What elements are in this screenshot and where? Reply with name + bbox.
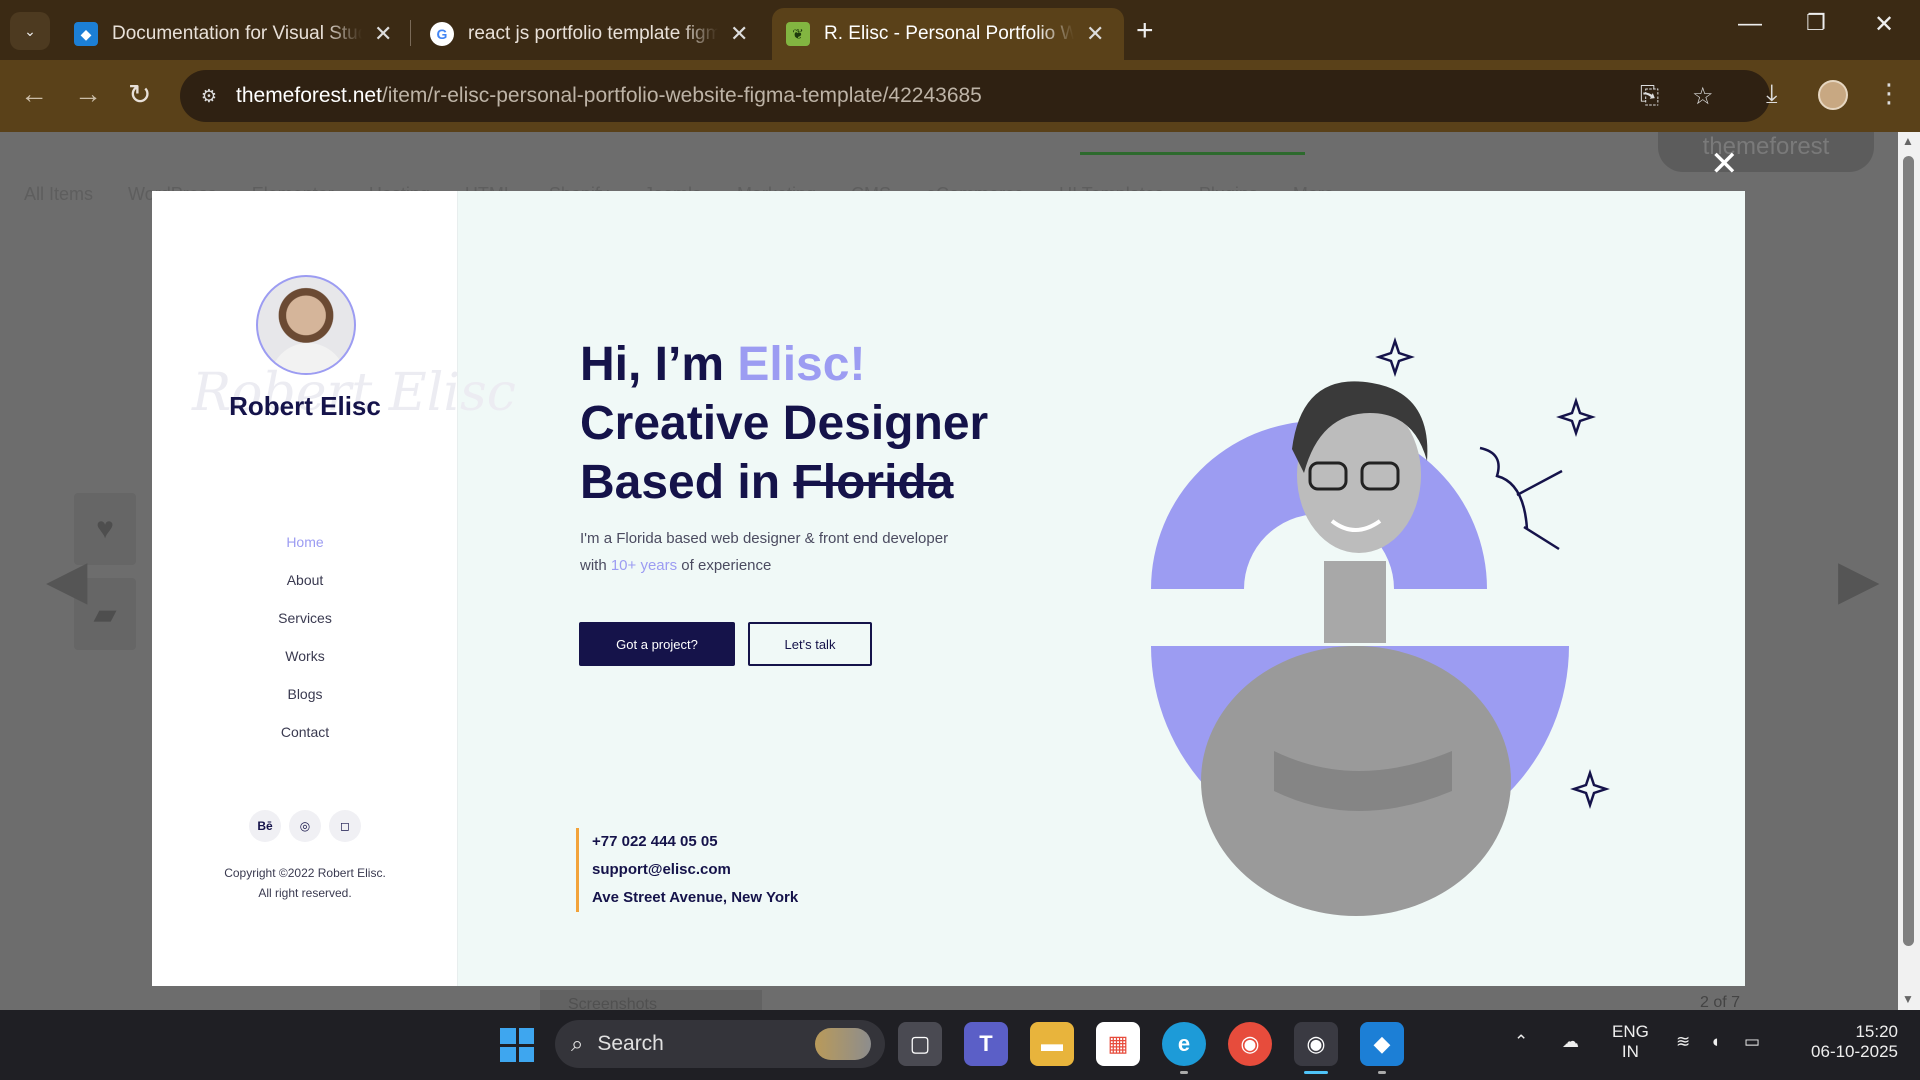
minimize-icon[interactable]: — xyxy=(1738,10,1762,38)
close-tab-icon[interactable]: ✕ xyxy=(1086,21,1104,47)
chrome-icon[interactable]: ◉ xyxy=(1228,1022,1272,1066)
clock[interactable]: 15:20 06-10-2025 xyxy=(1788,1022,1898,1062)
windows-start-icon[interactable] xyxy=(500,1028,534,1062)
hero-description: I'm a Florida based web designer & front… xyxy=(580,530,949,574)
hero-heading: Hi, I’m Elisc! Creative Designer Based i… xyxy=(580,338,989,509)
scroll-down-icon[interactable]: ▼ xyxy=(1902,992,1914,1006)
google-icon: G xyxy=(430,22,454,46)
tab-title: react js portfolio template figma - Goog… xyxy=(468,23,718,44)
nav-pointer xyxy=(151,132,181,147)
nav-item[interactable]: All Items xyxy=(24,184,93,204)
tab-title: R. Elisc - Personal Portfolio Website Fi… xyxy=(824,23,1074,44)
lets-talk-button: Let's talk xyxy=(748,622,872,666)
close-window-icon[interactable]: ✕ xyxy=(1874,10,1894,39)
close-tab-icon[interactable]: ✕ xyxy=(374,21,392,47)
download-icon[interactable]: ⤓ xyxy=(1766,78,1778,110)
envato-icon: ❦ xyxy=(786,22,810,46)
microsoft-store-icon[interactable]: ▦ xyxy=(1096,1022,1140,1066)
reload-icon[interactable]: ↻ xyxy=(128,78,151,111)
address-text: Ave Street Avenue, New York xyxy=(592,889,799,906)
hero-illustration xyxy=(1151,337,1610,916)
vscode-icon: ◆ xyxy=(74,22,98,46)
phone-text: +77 022 444 05 05 xyxy=(592,833,718,850)
contact-info: +77 022 444 05 05 support@elisc.com Ave … xyxy=(576,828,798,912)
doodle-lines-icon xyxy=(1479,446,1563,551)
template-preview: Robert Elisc Robert Elisc Home About Ser… xyxy=(152,191,1745,986)
battery-icon[interactable]: ▭ xyxy=(1744,1032,1760,1052)
got-a-project-button: Got a project? xyxy=(579,622,735,666)
task-view-icon[interactable]: ▢ xyxy=(898,1022,942,1066)
language-indicator[interactable]: ENG IN xyxy=(1612,1022,1649,1062)
tab-elisc-template[interactable]: ❦ R. Elisc - Personal Portfolio Website … xyxy=(772,8,1124,60)
address-bar[interactable]: ⚙ themeforest.net/item/r-elisc-personal-… xyxy=(180,70,1770,122)
scroll-up-icon[interactable]: ▲ xyxy=(1902,134,1914,148)
chrome-profile-icon[interactable]: ◉ xyxy=(1294,1022,1338,1074)
sparkle-icon xyxy=(1556,397,1596,437)
vscode-taskbar-icon[interactable]: ◆ xyxy=(1360,1022,1404,1074)
close-preview-icon[interactable]: ✕ xyxy=(1710,144,1739,184)
search-icon: ⌕ xyxy=(571,1031,584,1056)
tab-title: Documentation for Visual Studio Code xyxy=(112,23,362,44)
progress-line xyxy=(1080,152,1305,155)
email-text: support@elisc.com xyxy=(592,861,731,878)
slide-counter: 2 of 7 xyxy=(1700,994,1741,1010)
sparkle-icon xyxy=(1570,769,1610,809)
prev-arrow-icon[interactable]: ◀ xyxy=(46,548,88,611)
tab-google-search[interactable]: G react js portfolio template figma - Go… xyxy=(416,8,762,60)
bookmark-star-icon[interactable]: ☆ xyxy=(1692,82,1714,111)
volume-icon[interactable]: ◖ xyxy=(1710,1032,1720,1052)
themeforest-logo: themeforest xyxy=(1658,132,1874,172)
close-tab-icon[interactable]: ✕ xyxy=(730,21,748,47)
scrollbar[interactable]: ▲ ▼ xyxy=(1898,132,1920,1010)
sparkle-icon xyxy=(1375,337,1415,377)
search-highlight-image xyxy=(815,1028,871,1060)
wifi-icon[interactable]: ≋ xyxy=(1676,1032,1690,1052)
tray-chevron-icon[interactable]: ⌃ xyxy=(1514,1032,1528,1052)
taskbar-search[interactable]: ⌕ Search xyxy=(555,1020,885,1068)
tab-strip: ⌄ ◆ Documentation for Visual Studio Code… xyxy=(0,0,1920,60)
translate-icon[interactable]: ⎘ xyxy=(1640,82,1659,110)
restore-icon[interactable]: ❐ xyxy=(1806,10,1826,36)
profile-avatar[interactable] xyxy=(1818,80,1848,110)
teams-icon[interactable]: T xyxy=(964,1022,1008,1066)
file-explorer-icon[interactable]: ▬ xyxy=(1030,1022,1074,1066)
scrollbar-thumb[interactable] xyxy=(1903,156,1914,946)
menu-kebab-icon[interactable]: ⋮ xyxy=(1876,78,1902,109)
edge-icon[interactable]: e xyxy=(1162,1022,1206,1074)
person-neck-shape xyxy=(1324,561,1386,643)
tab-vscode-docs[interactable]: ◆ Documentation for Visual Studio Code ✕ xyxy=(60,8,406,60)
new-tab-button[interactable]: + xyxy=(1136,14,1154,48)
screenshots-button[interactable]: Screenshots xyxy=(540,990,762,1010)
url-text[interactable]: themeforest.net/item/r-elisc-personal-po… xyxy=(236,84,982,108)
onedrive-icon[interactable]: ☁ xyxy=(1562,1032,1579,1052)
back-icon[interactable]: ← xyxy=(20,78,48,110)
toolbar: ← → ↻ ⚙ themeforest.net/item/r-elisc-per… xyxy=(0,60,1920,132)
forward-icon[interactable]: → xyxy=(74,78,102,110)
next-arrow-icon[interactable]: ▶ xyxy=(1838,548,1880,611)
tab-search-button[interactable]: ⌄ xyxy=(10,12,50,50)
tab-separator xyxy=(410,20,411,46)
site-info-icon[interactable]: ⚙ xyxy=(194,81,224,111)
windows-taskbar: ⌕ Search ▢ T ▬ ▦ e ◉ ◉ ◆ ⌃ ☁ ENG IN ≋ ◖ … xyxy=(0,1010,1920,1080)
